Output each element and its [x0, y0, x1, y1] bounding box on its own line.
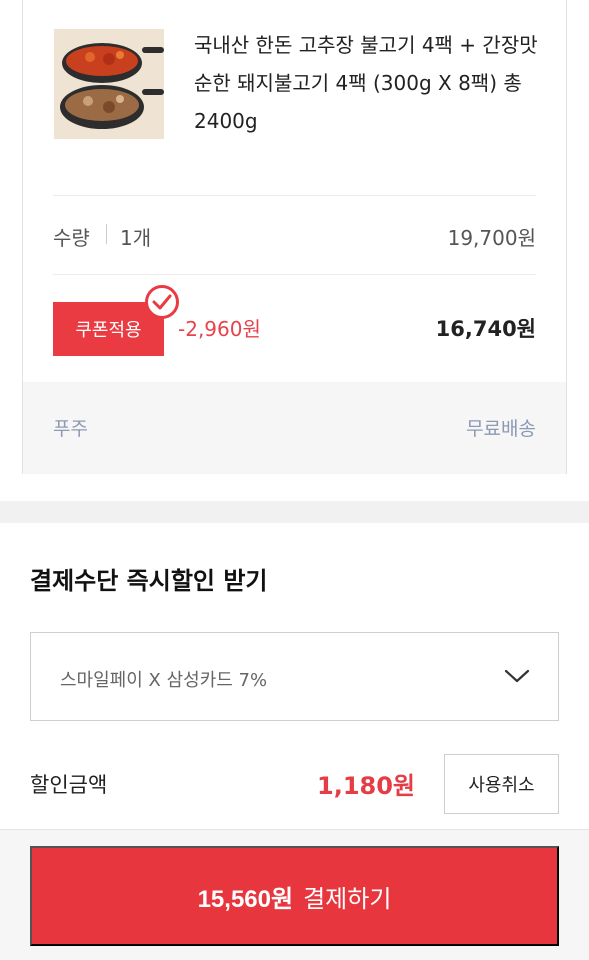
section-divider: [0, 501, 589, 523]
chevron-down-icon: [504, 669, 530, 683]
shipping-info-bar: 푸주 무료배송: [23, 382, 566, 474]
cancel-discount-button[interactable]: 사용취소: [444, 754, 559, 814]
final-item-price: 16,740원: [435, 317, 536, 341]
product-title[interactable]: 국내산 한돈 고추장 불고기 4팩 + 간장맛 순한 돼지불고기 4팩 (300…: [194, 26, 544, 140]
checkout-label: 결제하기: [303, 885, 392, 913]
divider: [53, 195, 536, 196]
quantity-row: 수량 1개 19,700원: [53, 218, 536, 252]
discount-amount-label: 할인금액: [30, 773, 108, 797]
shipping-seller: 푸주: [53, 418, 88, 440]
payment-discount-title: 결제수단 즉시할인 받기: [30, 567, 268, 595]
quantity-separator: [106, 224, 107, 244]
product-thumbnail[interactable]: [54, 29, 164, 139]
shipping-fee: 무료배송: [466, 418, 536, 440]
product-card: 국내산 한돈 고추장 불고기 4팩 + 간장맛 순한 돼지불고기 4팩 (300…: [22, 0, 567, 474]
checkout-amount: 15,560원: [197, 885, 294, 913]
payment-method-select[interactable]: 스마일페이 X 삼성카드 7%: [30, 632, 559, 721]
quantity-label: 수량: [53, 226, 90, 250]
original-price: 19,700원: [447, 226, 536, 250]
checkout-button[interactable]: 15,560원 결제하기: [30, 846, 559, 946]
selected-payment-method: 스마일페이 X 삼성카드 7%: [60, 670, 268, 691]
divider: [53, 274, 536, 275]
discount-amount-value: 1,180원: [317, 772, 415, 800]
bulgogi-dish-thumbnail-icon: [54, 29, 164, 139]
coupon-discount-amount: -2,960원: [178, 317, 261, 341]
check-icon: [145, 285, 179, 319]
quantity-value: 1개: [120, 226, 152, 250]
